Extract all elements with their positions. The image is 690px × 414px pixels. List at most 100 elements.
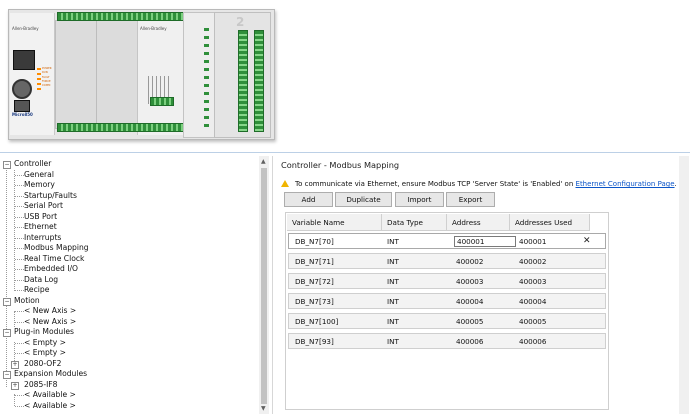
addresses-used-cell: 400002 — [519, 257, 547, 266]
expansion-terminal-c — [204, 28, 209, 128]
collapse-icon[interactable]: − — [3, 371, 11, 379]
tree-item-real-time-clock[interactable]: Real Time Clock — [24, 254, 84, 264]
collapse-icon[interactable]: − — [3, 161, 11, 169]
tree-item-new-axis[interactable]: < New Axis > — [24, 317, 76, 327]
tree-item-motion[interactable]: Motion — [14, 296, 40, 306]
tree-item-new-axis[interactable]: < New Axis > — [24, 306, 76, 316]
scroll-down-icon[interactable]: ▼ — [261, 405, 266, 412]
column-header-addresses-used[interactable]: Addresses Used — [510, 214, 590, 231]
tree-connector — [15, 206, 24, 207]
tree-item-label: Memory — [24, 180, 55, 189]
tree-item-label: Serial Port — [24, 201, 63, 210]
table-row[interactable]: DB_N7[100] INT 400005 400005 — [288, 313, 606, 329]
tree-connector — [15, 290, 24, 291]
address-input[interactable]: 400001 — [454, 236, 516, 247]
tree-item-label: 2080-OF2 — [24, 359, 62, 368]
expand-icon[interactable]: + — [11, 382, 19, 390]
column-header-data-type[interactable]: Data Type — [382, 214, 447, 231]
tree-connector — [15, 343, 24, 344]
tree-item-expansion-modules[interactable]: Expansion Modules — [14, 369, 87, 379]
tree-item-plug-in-modules[interactable]: Plug-in Modules — [14, 327, 74, 337]
table-row[interactable]: DB_N7[93] INT 400006 400006 — [288, 333, 606, 349]
variable-name-cell: DB_N7[93] — [295, 337, 334, 346]
tree-scroll-thumb[interactable] — [261, 168, 267, 404]
tree-scrollbar[interactable]: ▲ ▼ — [259, 156, 269, 414]
column-header-variable-name[interactable]: Variable Name — [287, 214, 382, 231]
tree-item-general[interactable]: General — [24, 170, 54, 180]
tree-item-empty[interactable]: < Empty > — [24, 338, 66, 348]
tree-item-controller[interactable]: Controller — [14, 159, 51, 169]
usb-port — [14, 100, 30, 112]
tree-item-data-log[interactable]: Data Log — [24, 275, 58, 285]
tree-item-label: Plug-in Modules — [14, 327, 74, 336]
collapse-icon[interactable]: − — [3, 298, 11, 306]
address-cell: 400006 — [456, 337, 484, 346]
collapse-icon[interactable]: − — [3, 329, 11, 337]
tree-item-interrupts[interactable]: Interrupts — [24, 233, 61, 243]
tree-item-serial-port[interactable]: Serial Port — [24, 201, 63, 211]
serial-port — [12, 79, 32, 99]
tree-item-label: Real Time Clock — [24, 254, 85, 263]
tree-item-label: Expansion Modules — [14, 369, 88, 378]
expand-icon[interactable]: + — [11, 361, 19, 369]
tree-item-recipe[interactable]: Recipe — [24, 285, 49, 295]
status-leds — [37, 68, 41, 90]
top-terminal-strip — [57, 12, 184, 21]
tree-item-label: USB Port — [24, 212, 58, 221]
addresses-used-cell: 400001 — [519, 237, 547, 246]
tree-item-empty[interactable]: < Empty > — [24, 348, 66, 358]
tree-connector — [15, 259, 24, 260]
tree-item-label: < Available > — [24, 390, 76, 399]
tree-connector — [15, 353, 24, 354]
tree-item-label: Ethernet — [24, 222, 57, 231]
data-type-cell: INT — [387, 277, 399, 286]
tree-item-2085-if8[interactable]: 2085-IF8 — [24, 380, 58, 390]
table-row[interactable]: DB_N7[73] INT 400004 400004 — [288, 293, 606, 309]
delete-row-icon[interactable]: ✕ — [583, 234, 591, 249]
info-message: To communicate via Ethernet, ensure Modb… — [281, 179, 677, 188]
tree-connector — [15, 196, 24, 197]
tree-item-2080-of2[interactable]: 2080-OF2 — [24, 359, 61, 369]
content-scrollbar[interactable] — [679, 156, 689, 414]
io-brand-logo: Allen-Bradley — [140, 26, 167, 31]
ethernet-config-link[interactable]: Ethernet Configuration Page — [576, 180, 675, 188]
tree-item-embedded-i-o[interactable]: Embedded I/O — [24, 264, 78, 274]
address-cell: 400004 — [456, 297, 484, 306]
add-button[interactable]: Add — [284, 192, 333, 207]
tree-item-label: Recipe — [24, 285, 50, 294]
tree-connector — [15, 269, 24, 270]
tree-item-modbus-mapping[interactable]: Modbus Mapping — [24, 243, 89, 253]
tree-connector — [15, 280, 24, 281]
table-row[interactable]: DB_N7[71] INT 400002 400002 — [288, 253, 606, 269]
data-type-cell: INT — [387, 337, 399, 346]
tree-item-memory[interactable]: Memory — [24, 180, 55, 190]
tree-connector — [15, 395, 24, 396]
tree-item-label: Modbus Mapping — [24, 243, 89, 252]
variable-name-cell: DB_N7[71] — [295, 257, 334, 266]
scroll-up-icon[interactable]: ▲ — [261, 158, 266, 165]
tree-item-startup-faults[interactable]: Startup/Faults — [24, 191, 77, 201]
variable-name-cell: DB_N7[70] — [295, 237, 334, 246]
import-button[interactable]: Import — [395, 192, 444, 207]
tree-item-ethernet[interactable]: Ethernet — [24, 222, 57, 232]
expansion-terminal-a — [238, 30, 248, 132]
plugin-slot-2 — [96, 20, 138, 129]
variable-name-cell: DB_N7[72] — [295, 277, 334, 286]
duplicate-button[interactable]: Duplicate — [335, 192, 392, 207]
project-tree: Controller − General Memory Startup/Faults Se… — [0, 156, 273, 414]
export-button[interactable]: Export — [446, 192, 495, 207]
address-cell: 400005 — [456, 317, 484, 326]
tree-item-available[interactable]: < Available > — [24, 401, 76, 411]
tree-connector — [15, 238, 24, 239]
tree-item-label: Data Log — [24, 275, 59, 284]
slot-number: 2 — [236, 15, 245, 29]
table-row[interactable]: DB_N7[72] INT 400003 400003 — [288, 273, 606, 289]
column-header-address[interactable]: Address — [447, 214, 510, 231]
tree-item-label: Startup/Faults — [24, 191, 77, 200]
table-row[interactable]: DB_N7[70] INT 400001 400001 ✕ — [288, 233, 606, 249]
addresses-used-cell: 400003 — [519, 277, 547, 286]
addresses-used-cell: 400006 — [519, 337, 547, 346]
tree-item-available[interactable]: < Available > — [24, 390, 76, 400]
tree-connector — [15, 217, 24, 218]
tree-item-usb-port[interactable]: USB Port — [24, 212, 57, 222]
